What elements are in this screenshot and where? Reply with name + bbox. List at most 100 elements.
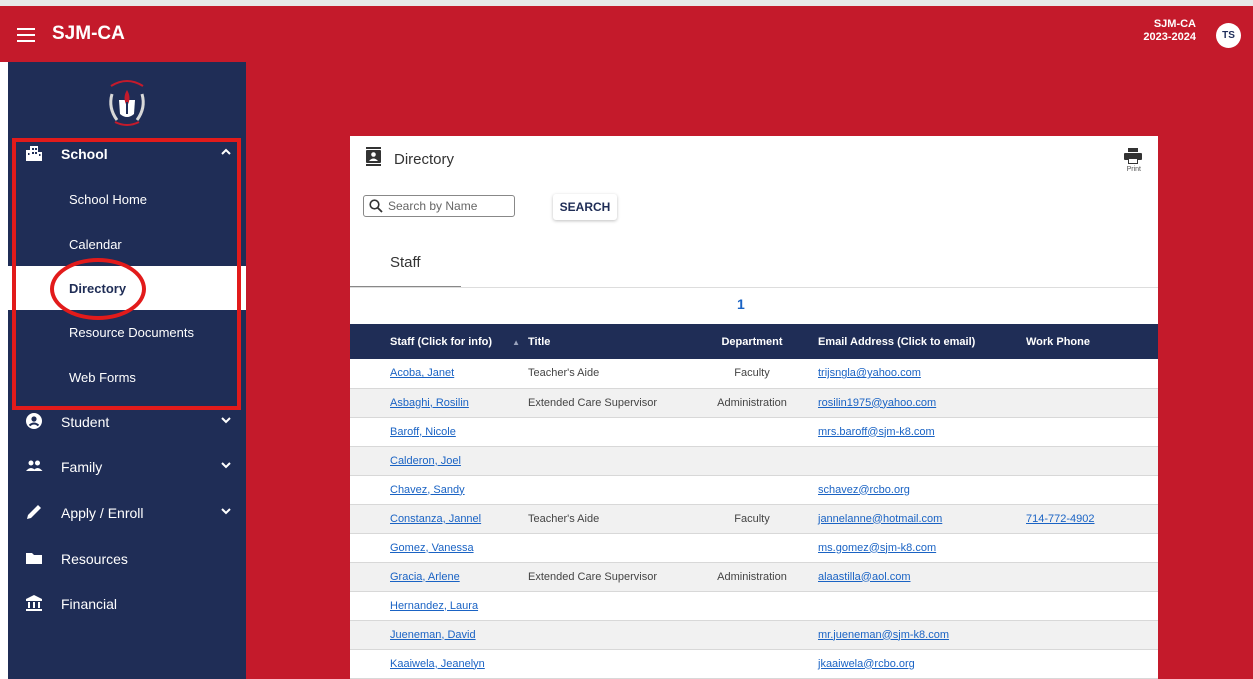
- column-header-staff[interactable]: Staff (Click for info) ▲: [350, 324, 528, 359]
- nav-resources-label: Resources: [61, 551, 128, 567]
- staff-title: [528, 649, 700, 678]
- staff-title: [528, 475, 700, 504]
- app-title: SJM-CA: [52, 23, 125, 44]
- staff-title: [528, 591, 700, 620]
- nav-student-label: Student: [61, 414, 110, 430]
- staff-title: [528, 417, 700, 446]
- chevron-down-icon: [221, 417, 231, 424]
- staff-name-link[interactable]: Gomez, Vanessa: [390, 542, 474, 554]
- table-row: Chavez, Sandy schavez@rcbo.org: [350, 475, 1158, 504]
- staff-title: Teacher's Aide: [528, 367, 600, 380]
- column-header-title[interactable]: Title: [528, 324, 700, 359]
- staff-email-link[interactable]: jannelanne@hotmail.com: [818, 513, 942, 525]
- table-row: Gomez, Vanessa ms.gomez@sjm-k8.com: [350, 533, 1158, 562]
- staff-department: [700, 620, 804, 649]
- staff-name-link[interactable]: Chavez, Sandy: [390, 484, 465, 496]
- staff-department: [700, 533, 804, 562]
- nav-family[interactable]: Family: [8, 445, 246, 489]
- column-header-email[interactable]: Email Address (Click to email): [804, 324, 1026, 359]
- column-header-department[interactable]: Department: [700, 324, 804, 359]
- staff-department: [700, 649, 804, 678]
- staff-department: [700, 446, 804, 475]
- school-year: 2023-2024: [1143, 31, 1196, 43]
- staff-email-link[interactable]: mrs.baroff@sjm-k8.com: [818, 426, 935, 438]
- staff-department: Administration: [717, 570, 787, 583]
- staff-email-link[interactable]: alaastilla@aol.com: [818, 571, 911, 583]
- staff-email-link[interactable]: ms.gomez@sjm-k8.com: [818, 542, 936, 554]
- table-header-row: Staff (Click for info) ▲ Title Department…: [350, 324, 1158, 359]
- search-icon: [369, 199, 383, 213]
- staff-title: [528, 446, 700, 475]
- table-row: Constanza, Jannel Teacher's Aide Faculty ja…: [350, 504, 1158, 533]
- pencil-icon: [27, 505, 41, 519]
- sort-arrow-icon: ▲: [512, 337, 520, 347]
- search-input[interactable]: [388, 198, 510, 214]
- directory-card: Directory Print SEARCH Staff 1 Staff (Cl…: [350, 136, 1158, 679]
- staff-department: Faculty: [734, 512, 770, 525]
- table-row: Asbaghi, Rosilin Extended Care Supervisor…: [350, 388, 1158, 417]
- staff-department: [700, 417, 804, 446]
- hamburger-menu-icon[interactable]: [17, 28, 35, 42]
- bank-icon: [26, 595, 42, 611]
- nav-apply-enroll[interactable]: Apply / Enroll: [8, 491, 246, 535]
- staff-title: Extended Care Supervisor: [528, 570, 658, 583]
- staff-name-link[interactable]: Calderon, Joel: [390, 455, 461, 467]
- table-row: Calderon, Joel: [350, 446, 1158, 475]
- nav-apply-enroll-label: Apply / Enroll: [61, 505, 144, 521]
- print-icon[interactable]: [1124, 148, 1142, 164]
- school-year-selector[interactable]: SJM-CA 2023-2024: [1143, 18, 1196, 44]
- chevron-down-icon: [221, 462, 231, 469]
- staff-email-link[interactable]: rosilin1975@yahoo.com: [818, 397, 936, 409]
- contact-book-icon: [366, 147, 381, 166]
- school-code: SJM-CA: [1153, 18, 1196, 30]
- user-avatar[interactable]: TS: [1216, 23, 1241, 48]
- staff-email-link[interactable]: mr.jueneman@sjm-k8.com: [818, 629, 949, 641]
- staff-department: [700, 475, 804, 504]
- tab-divider: [350, 287, 1158, 288]
- staff-department: [700, 591, 804, 620]
- chevron-down-icon: [221, 508, 231, 515]
- staff-email-link[interactable]: trijsngla@yahoo.com: [818, 367, 921, 379]
- staff-phone-link[interactable]: 714-772-4902: [1026, 513, 1095, 525]
- staff-table: Staff (Click for info) ▲ Title Department…: [350, 324, 1158, 679]
- staff-email-link[interactable]: jkaaiwela@rcbo.org: [818, 658, 915, 670]
- account-circle-icon: [26, 413, 42, 429]
- staff-name-link[interactable]: Gracia, Arlene: [390, 571, 460, 583]
- top-app-bar: SJM-CA SJM-CA 2023-2024 TS: [0, 0, 1253, 62]
- column-header-label: Staff (Click for info): [390, 335, 493, 348]
- staff-department: Faculty: [734, 367, 770, 380]
- table-row: Acoba, Janet Teacher's Aide Faculty trijsng…: [350, 359, 1158, 388]
- school-logo: [109, 80, 145, 126]
- table-row: Gracia, Arlene Extended Care Supervisor Ad…: [350, 562, 1158, 591]
- staff-table-body: Acoba, Janet Teacher's Aide Faculty trijsng…: [350, 359, 1158, 678]
- staff-title: Teacher's Aide: [528, 512, 600, 525]
- search-field[interactable]: [363, 195, 515, 217]
- page-title: Directory: [394, 151, 455, 168]
- nav-resources[interactable]: Resources: [8, 537, 246, 581]
- staff-email-link[interactable]: schavez@rcbo.org: [818, 484, 910, 496]
- nav-family-label: Family: [61, 459, 103, 475]
- people-icon: [26, 460, 43, 471]
- tab-staff[interactable]: Staff: [350, 246, 461, 288]
- table-row: Hernandez, Laura: [350, 591, 1158, 620]
- folder-icon: [26, 553, 42, 564]
- nav-financial-label: Financial: [61, 596, 118, 612]
- staff-name-link[interactable]: Acoba, Janet: [390, 367, 454, 379]
- staff-name-link[interactable]: Jueneman, David: [390, 629, 476, 641]
- staff-name-link[interactable]: Asbaghi, Rosilin: [390, 397, 469, 409]
- print-label: Print: [1126, 166, 1141, 173]
- staff-name-link[interactable]: Baroff, Nicole: [390, 426, 456, 438]
- tab-staff-label: Staff: [390, 254, 421, 271]
- staff-name-link[interactable]: Hernandez, Laura: [390, 600, 478, 612]
- column-header-work-phone[interactable]: Work Phone: [1026, 324, 1158, 359]
- staff-name-link[interactable]: Constanza, Jannel: [390, 513, 481, 525]
- pagination-page-1[interactable]: 1: [737, 296, 745, 312]
- nav-financial[interactable]: Financial: [8, 582, 246, 626]
- table-row: Baroff, Nicole mrs.baroff@sjm-k8.com: [350, 417, 1158, 446]
- staff-title: Extended Care Supervisor: [528, 396, 658, 409]
- staff-name-link[interactable]: Kaaiwela, Jeanelyn: [390, 658, 485, 670]
- search-button[interactable]: SEARCH: [553, 194, 617, 220]
- table-row: Jueneman, David mr.jueneman@sjm-k8.com: [350, 620, 1158, 649]
- table-row: Kaaiwela, Jeanelyn jkaaiwela@rcbo.org: [350, 649, 1158, 678]
- staff-title: [528, 620, 700, 649]
